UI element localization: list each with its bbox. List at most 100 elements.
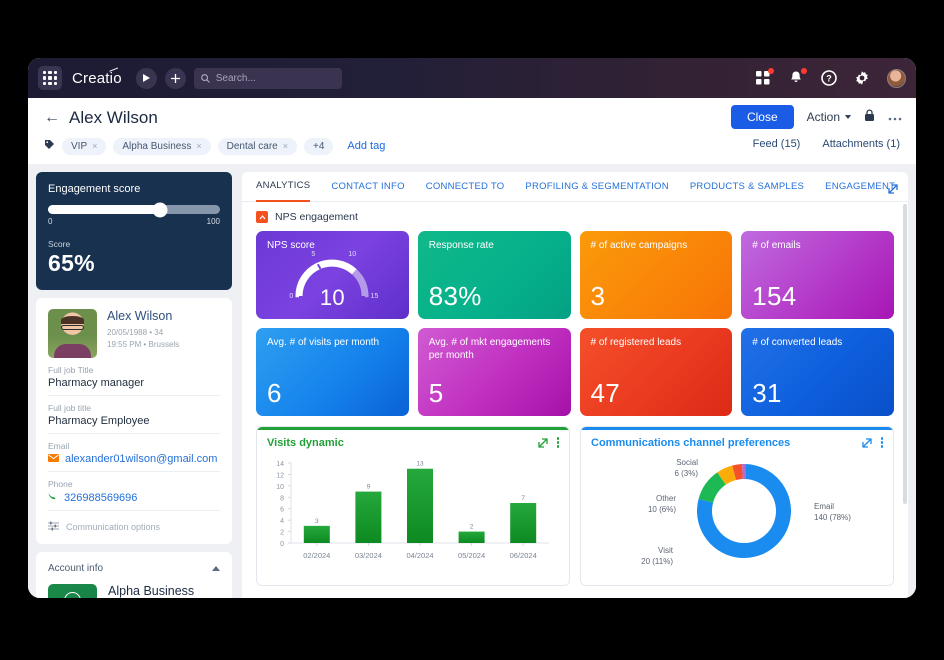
phone-value[interactable]: 326988569696 [64, 492, 137, 504]
marketplace-badge [768, 68, 774, 74]
search-input[interactable]: Search... [194, 68, 342, 89]
phone-icon [48, 491, 58, 504]
header-actions: Close Action [731, 105, 902, 129]
slider-handle[interactable] [152, 202, 167, 217]
analytics-panel: ANALYTICS CONTACT INFO CONNECTED TO PROF… [242, 172, 908, 598]
more-ellipsis-icon[interactable] [888, 109, 902, 125]
marketplace-icon[interactable] [755, 70, 771, 86]
user-avatar[interactable] [887, 69, 906, 88]
tab-products-samples[interactable]: PRODUCTS & SAMPLES [690, 172, 804, 202]
search-icon [201, 74, 210, 83]
kpi-value: 154 [752, 281, 796, 312]
kebab-menu-icon[interactable] [881, 437, 884, 448]
slider-fill [48, 205, 160, 214]
back-arrow-icon[interactable]: ← [44, 110, 60, 126]
visits-dynamic-bar-chart: 02468101214302/2024903/20241304/2024205/… [257, 449, 557, 574]
kpi-nps-score[interactable]: NPS score 0 5 10 15 [256, 231, 409, 319]
grid-apps-icon[interactable] [38, 66, 62, 90]
contact-info-card: Alex Wilson 20/05/1988 • 34 19:55 PM • B… [36, 298, 232, 544]
svg-text:Social: Social [676, 458, 698, 467]
expand-icon[interactable] [862, 438, 872, 448]
chart-title: Communications channel preferences [591, 437, 790, 449]
kpi-response-rate[interactable]: Response rate 83% [418, 231, 571, 319]
kpi-avg-visits-per-month[interactable]: Avg. # of visits per month 6 [256, 328, 409, 416]
chevron-down-icon [845, 115, 851, 119]
kpi-emails[interactable]: # of emails 154 [741, 231, 894, 319]
kpi-value: 3 [591, 281, 606, 312]
plus-icon[interactable] [165, 68, 186, 89]
feed-link[interactable]: Feed (15) [753, 138, 801, 150]
account-logo-mark: α [64, 592, 81, 598]
field-label: Full job title [48, 403, 220, 413]
tab-connected-to[interactable]: CONNECTED TO [426, 172, 505, 202]
chart-tools [862, 437, 884, 448]
communication-options-link[interactable]: Communication options [48, 511, 220, 533]
kebab-menu-icon[interactable] [557, 437, 560, 448]
tag-chip-dental-care[interactable]: Dental care × [218, 138, 297, 155]
slider-range-labels: 0 100 [48, 217, 220, 226]
action-dropdown-button[interactable]: Action [807, 110, 851, 124]
tab-profiling-segmentation[interactable]: PROFILING & SEGMENTATION [525, 172, 668, 202]
contact-summary: Alex Wilson 20/05/1988 • 34 19:55 PM • B… [107, 309, 179, 358]
svg-text:Other: Other [656, 494, 676, 503]
close-icon[interactable]: × [92, 141, 97, 151]
svg-text:8: 8 [280, 495, 284, 502]
close-icon[interactable]: × [283, 141, 288, 151]
svg-text:6: 6 [280, 506, 284, 513]
help-question-icon[interactable]: ? [821, 70, 837, 86]
kpi-registered-leads[interactable]: # of registered leads 47 [580, 328, 733, 416]
tag-chip-vip[interactable]: VIP × [62, 138, 106, 155]
lock-icon[interactable] [864, 109, 875, 126]
attachments-link[interactable]: Attachments (1) [822, 138, 900, 150]
account-logo: α ALPHA BUSINESS [48, 584, 97, 598]
field-value-row[interactable]: 326988569696 [48, 491, 220, 504]
gauge-tick-0: 0 [289, 293, 293, 300]
contact-localtime: 19:55 PM • Brussels [107, 339, 179, 351]
collapse-square-icon[interactable] [256, 211, 268, 223]
close-button[interactable]: Close [731, 105, 794, 129]
tag-overflow-chip[interactable]: +4 [304, 138, 333, 155]
field-value-row[interactable]: alexander01wilson@gmail.com [48, 453, 220, 465]
communications-channel-donut-chart: Email140 (78%)Visit20 (11%)Other10 (6%)S… [581, 449, 894, 577]
svg-text:140 (78%): 140 (78%) [814, 513, 851, 522]
email-value[interactable]: alexander01wilson@gmail.com [65, 453, 217, 465]
kpi-converted-leads[interactable]: # of converted leads 31 [741, 328, 894, 416]
svg-text:06/2024: 06/2024 [510, 551, 537, 560]
kpi-active-campaigns[interactable]: # of active campaigns 3 [580, 231, 733, 319]
left-sidebar: Engagement score 0 100 Score 65% [36, 172, 232, 598]
kpi-title: NPS score [267, 240, 398, 253]
contact-name[interactable]: Alex Wilson [107, 309, 179, 323]
expand-icon[interactable] [888, 181, 898, 199]
vertical-scrollbar[interactable] [903, 204, 907, 504]
gauge-tick-5: 5 [311, 251, 315, 258]
add-tag-link[interactable]: Add tag [347, 140, 385, 152]
notifications-bell-icon[interactable] [788, 70, 804, 86]
kpi-avg-mkt-engagements-per-month[interactable]: Avg. # of mkt engagements per month 5 [418, 328, 571, 416]
expand-icon[interactable] [538, 438, 548, 448]
communication-options-label: Communication options [66, 522, 160, 532]
close-icon[interactable]: × [196, 141, 201, 151]
field-value[interactable]: Pharmacy Employee [48, 415, 220, 427]
chevron-up-icon[interactable] [212, 566, 220, 571]
kpi-title: # of converted leads [752, 337, 883, 350]
gauge-tick-10: 10 [348, 251, 356, 258]
account-name[interactable]: Alpha Business [108, 584, 194, 598]
engagement-slider[interactable] [48, 205, 220, 214]
tab-contact-info[interactable]: CONTACT INFO [331, 172, 404, 202]
tab-analytics[interactable]: ANALYTICS [256, 172, 310, 202]
tag-row: VIP × Alpha Business × Dental care × +4 … [44, 137, 900, 164]
tab-engagement[interactable]: ENGAGEMENT [825, 172, 895, 202]
field-value[interactable]: Pharmacy manager [48, 377, 220, 389]
kpi-title: # of active campaigns [591, 240, 722, 253]
kpi-title: # of registered leads [591, 337, 722, 350]
svg-text:7: 7 [521, 495, 525, 502]
sliders-icon [48, 521, 59, 533]
chart-card-header: Communications channel preferences [581, 430, 893, 449]
account-card-header: Account info [48, 563, 220, 574]
play-icon[interactable] [136, 68, 157, 89]
field-label: Full job Title [48, 365, 220, 375]
settings-gear-icon[interactable] [854, 70, 870, 86]
tabs-bar: ANALYTICS CONTACT INFO CONNECTED TO PROF… [242, 172, 908, 202]
tag-chip-alpha-business[interactable]: Alpha Business × [113, 138, 210, 155]
notifications-badge [801, 68, 807, 74]
